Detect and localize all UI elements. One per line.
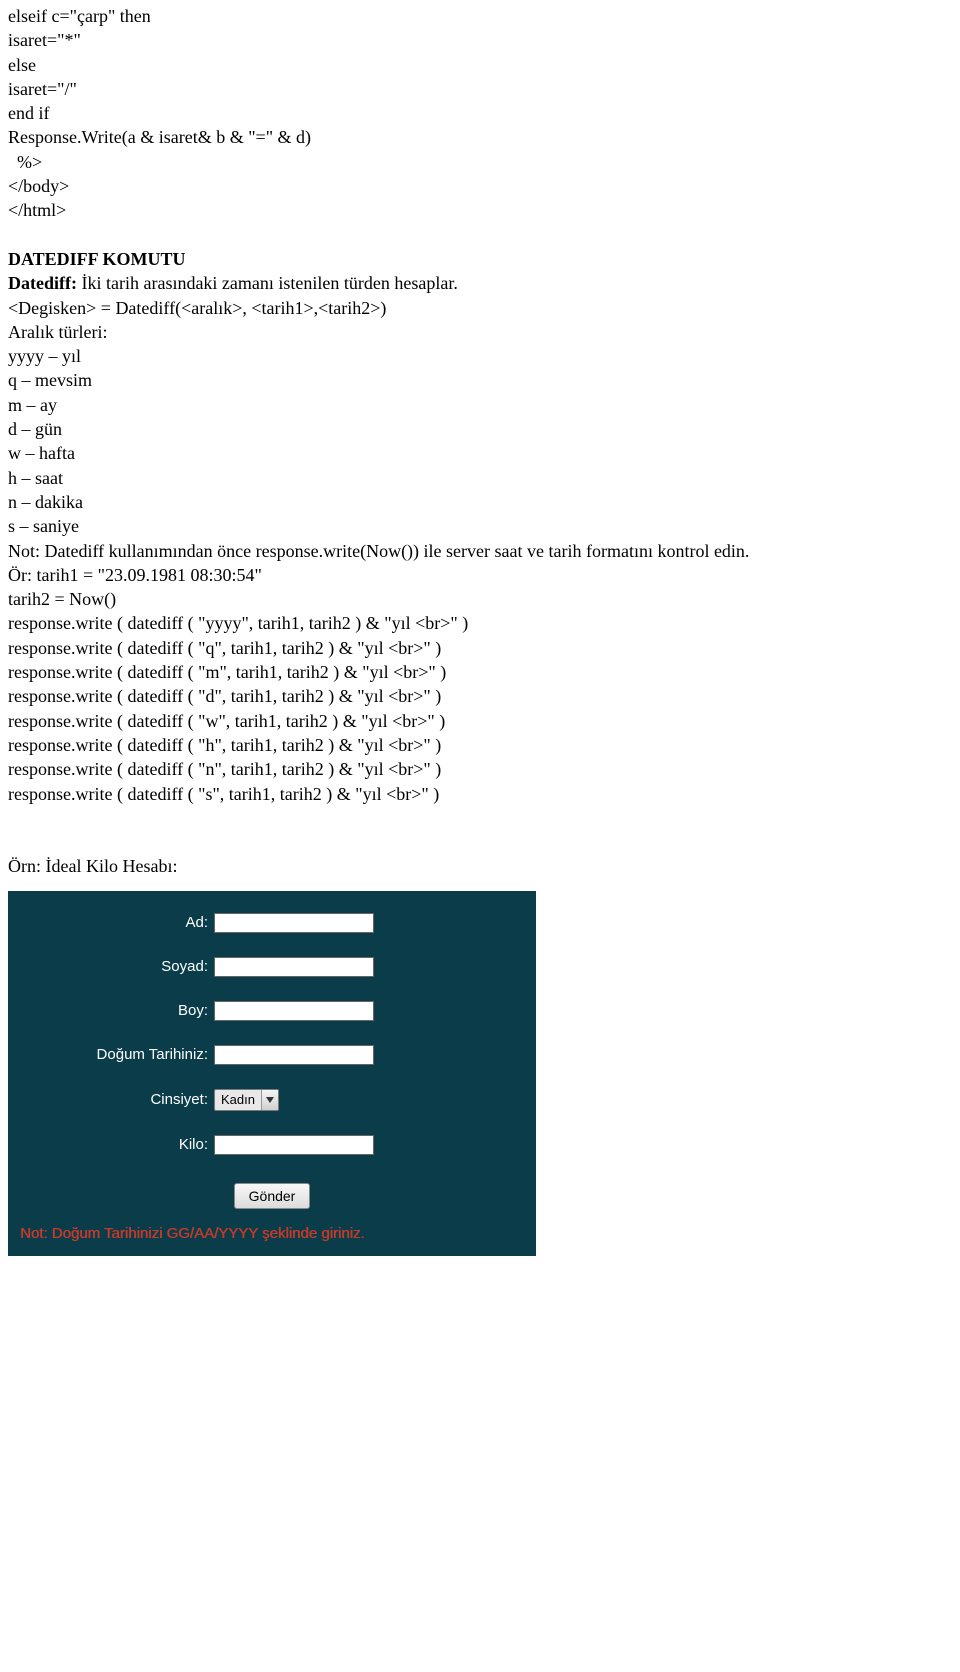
code-line: Aralık türleri: — [8, 320, 952, 344]
blank-line — [8, 223, 952, 247]
label-soyad: Soyad: — [18, 958, 214, 975]
submit-button[interactable]: Gönder — [234, 1183, 311, 1209]
datediff-desc: İki tarih arasındaki zamanı istenilen tü… — [77, 273, 458, 293]
code-line: d – gün — [8, 417, 952, 441]
datediff-bold: Datediff: — [8, 273, 77, 293]
label-kilo: Kilo: — [18, 1136, 214, 1153]
code-line: response.write ( datediff ( "m", tarih1,… — [8, 660, 952, 684]
label-dogum: Doğum Tarihiniz: — [18, 1046, 214, 1063]
example-heading: Örn: İdeal Kilo Hesabı: — [8, 854, 952, 878]
code-line: response.write ( datediff ( "n", tarih1,… — [8, 757, 952, 781]
code-line: response.write ( datediff ( "w", tarih1,… — [8, 709, 952, 733]
code-line: end if — [8, 101, 952, 125]
input-soyad[interactable] — [214, 957, 374, 977]
label-boy: Boy: — [18, 1002, 214, 1019]
code-line: Ör: tarih1 = "23.09.1981 08:30:54" — [8, 563, 952, 587]
form-row-boy: Boy: — [8, 989, 536, 1033]
select-cinsiyet-value: Kadın — [215, 1090, 261, 1110]
code-line: response.write ( datediff ( "h", tarih1,… — [8, 733, 952, 757]
code-line: response.write ( datediff ( "q", tarih1,… — [8, 636, 952, 660]
code-line: Response.Write(a & isaret& b & "=" & d) — [8, 125, 952, 149]
select-cinsiyet[interactable]: Kadın — [214, 1089, 279, 1111]
code-line: response.write ( datediff ( "d", tarih1,… — [8, 684, 952, 708]
code-line: n – dakika — [8, 490, 952, 514]
input-ad[interactable] — [214, 913, 374, 933]
code-line: tarih2 = Now() — [8, 587, 952, 611]
form-note: Not: Doğum Tarihinizi GG/AA/YYYY şeklind… — [8, 1217, 536, 1242]
form-row-kilo: Kilo: — [8, 1123, 536, 1167]
blank-line — [8, 806, 952, 830]
input-dogum[interactable] — [214, 1045, 374, 1065]
label-cinsiyet: Cinsiyet: — [18, 1091, 214, 1108]
code-line: elseif c="çarp" then — [8, 4, 952, 28]
form-row-ad: Ad: — [8, 901, 536, 945]
document-body: elseif c="çarp" then isaret="*" else isa… — [0, 0, 960, 883]
code-line: isaret="*" — [8, 28, 952, 52]
code-line: isaret="/" — [8, 77, 952, 101]
input-kilo[interactable] — [214, 1135, 374, 1155]
code-line: <Degisken> = Datediff(<aralık>, <tarih1>… — [8, 296, 952, 320]
code-line: yyyy – yıl — [8, 344, 952, 368]
submit-row: Gönder — [8, 1167, 536, 1217]
blank-line — [8, 830, 952, 854]
code-line: response.write ( datediff ( "yyyy", tari… — [8, 611, 952, 635]
form-panel: Ad: Soyad: Boy: Doğum Tarihiniz: Cinsiye… — [8, 891, 536, 1256]
chevron-down-icon — [261, 1090, 278, 1110]
code-line: h – saat — [8, 466, 952, 490]
code-line: response.write ( datediff ( "s", tarih1,… — [8, 782, 952, 806]
code-line: s – saniye — [8, 514, 952, 538]
code-line: %> — [8, 150, 952, 174]
code-line: </body> — [8, 174, 952, 198]
code-line: </html> — [8, 198, 952, 222]
label-ad: Ad: — [18, 914, 214, 931]
code-line: m – ay — [8, 393, 952, 417]
code-line: else — [8, 53, 952, 77]
form-row-cinsiyet: Cinsiyet: Kadın — [8, 1077, 536, 1123]
form-row-dogum: Doğum Tarihiniz: — [8, 1033, 536, 1077]
datediff-desc-line: Datediff: İki tarih arasındaki zamanı is… — [8, 271, 952, 295]
code-line: Not: Datediff kullanımından önce respons… — [8, 539, 952, 563]
heading-datediff: DATEDIFF KOMUTU — [8, 247, 952, 271]
code-line: q – mevsim — [8, 368, 952, 392]
form-row-soyad: Soyad: — [8, 945, 536, 989]
code-line: w – hafta — [8, 441, 952, 465]
input-boy[interactable] — [214, 1001, 374, 1021]
